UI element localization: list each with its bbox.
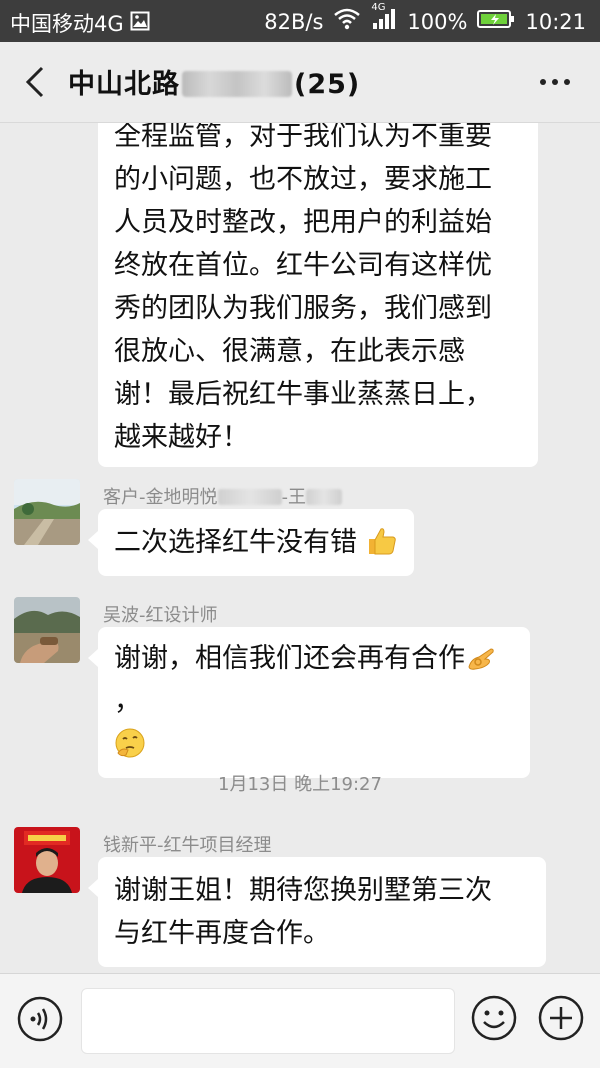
avatar-landscape-image — [14, 479, 80, 545]
message-input-bar — [0, 973, 600, 1068]
message-line: 终放在首位。红牛公司有这样优 — [114, 250, 492, 281]
sender-name: 客户-金地明悦 -王 — [103, 483, 342, 509]
network-type: 4G — [371, 2, 386, 13]
redacted-text — [306, 489, 342, 505]
message-bubble[interactable]: 谢谢王姐！期待您换别墅第三次 与红牛再度合作。 — [88, 857, 546, 967]
thumbs-up-emoji-icon — [366, 525, 398, 557]
avatar[interactable] — [14, 597, 80, 663]
carrier-label: 中国移动4G — [10, 12, 124, 36]
more-dots-icon — [540, 79, 570, 85]
voice-input-button[interactable] — [17, 996, 63, 1042]
clock: 10:21 — [525, 9, 586, 34]
message-text: 二次选择红牛没有错 — [114, 527, 357, 558]
message-line: 的小问题，也不放过，要求施工 — [114, 164, 492, 195]
avatar[interactable] — [14, 827, 80, 893]
emoji-picker-button[interactable] — [470, 994, 518, 1042]
voice-icon — [17, 996, 63, 1042]
avatar-photo-image — [14, 597, 80, 663]
back-button[interactable] — [18, 62, 54, 102]
gallery-notification-icon — [130, 11, 150, 36]
message-timestamp: 1月13日 晚上19:27 — [218, 774, 382, 795]
sender-name: 吴波-红设计师 — [103, 605, 218, 626]
more-functions-button[interactable] — [537, 994, 585, 1042]
member-count: (25) — [294, 69, 361, 100]
plus-icon — [538, 995, 584, 1041]
avatar-portrait-image — [14, 827, 80, 893]
cellular-signal-icon: 4G — [371, 2, 397, 35]
message-text: 谢谢，相信我们还会再有合作 — [114, 643, 465, 674]
back-arrow-icon — [25, 66, 44, 98]
battery-charging-icon — [477, 9, 515, 34]
battery-percent: 100% — [407, 9, 468, 34]
redacted-title-segment — [182, 71, 292, 97]
redacted-text — [217, 489, 282, 505]
message-punctuation: ， — [114, 686, 141, 717]
chat-title: 中山北路 (25) — [68, 62, 360, 101]
message-line: 越来越好！ — [114, 422, 249, 453]
message-bubble[interactable]: 谢谢，相信我们还会再有合作 ， — [88, 627, 530, 778]
wifi-icon — [333, 8, 361, 35]
message-text-input[interactable] — [81, 988, 455, 1054]
status-bar: 中国移动4G 82B/s 4G 100% 10:21 — [0, 0, 600, 42]
network-speed: 82B/s — [264, 9, 324, 34]
sender-name-prefix: 客户-金地明悦 — [103, 487, 218, 508]
chat-message-list[interactable]: 全程监管，对于我们认为不重要 的小问题，也不放过，要求施工 人员及时整改，把用户… — [0, 123, 600, 973]
message-line: 谢！最后祝红牛事业蒸蒸日上， — [114, 379, 492, 410]
avatar[interactable] — [14, 479, 80, 545]
ok-hand-emoji-icon — [465, 641, 497, 673]
message-bubble[interactable]: 二次选择红牛没有错 — [88, 509, 414, 576]
message-line: 人员及时整改，把用户的利益始 — [114, 207, 492, 238]
chat-title-text: 中山北路 — [68, 69, 180, 100]
chat-header: 中山北路 (25) — [0, 42, 600, 123]
more-options-button[interactable] — [538, 72, 572, 92]
message-line: 秀的团队为我们服务，我们感到 — [114, 293, 492, 324]
message-line: 与红牛再度合作。 — [114, 918, 330, 949]
message-bubble[interactable]: 全程监管，对于我们认为不重要 的小问题，也不放过，要求施工 人员及时整改，把用户… — [98, 123, 538, 467]
message-line: 很放心、很满意，在此表示感 — [114, 336, 465, 367]
message-line: 全程监管，对于我们认为不重要 — [114, 123, 492, 152]
sender-name-suffix: -王 — [281, 487, 307, 508]
smiley-face-icon — [471, 995, 517, 1041]
thinking-face-emoji-icon — [114, 727, 146, 759]
message-line: 谢谢王姐！期待您换别墅第三次 — [114, 875, 492, 906]
sender-name: 钱新平-红牛项目经理 — [103, 835, 272, 856]
